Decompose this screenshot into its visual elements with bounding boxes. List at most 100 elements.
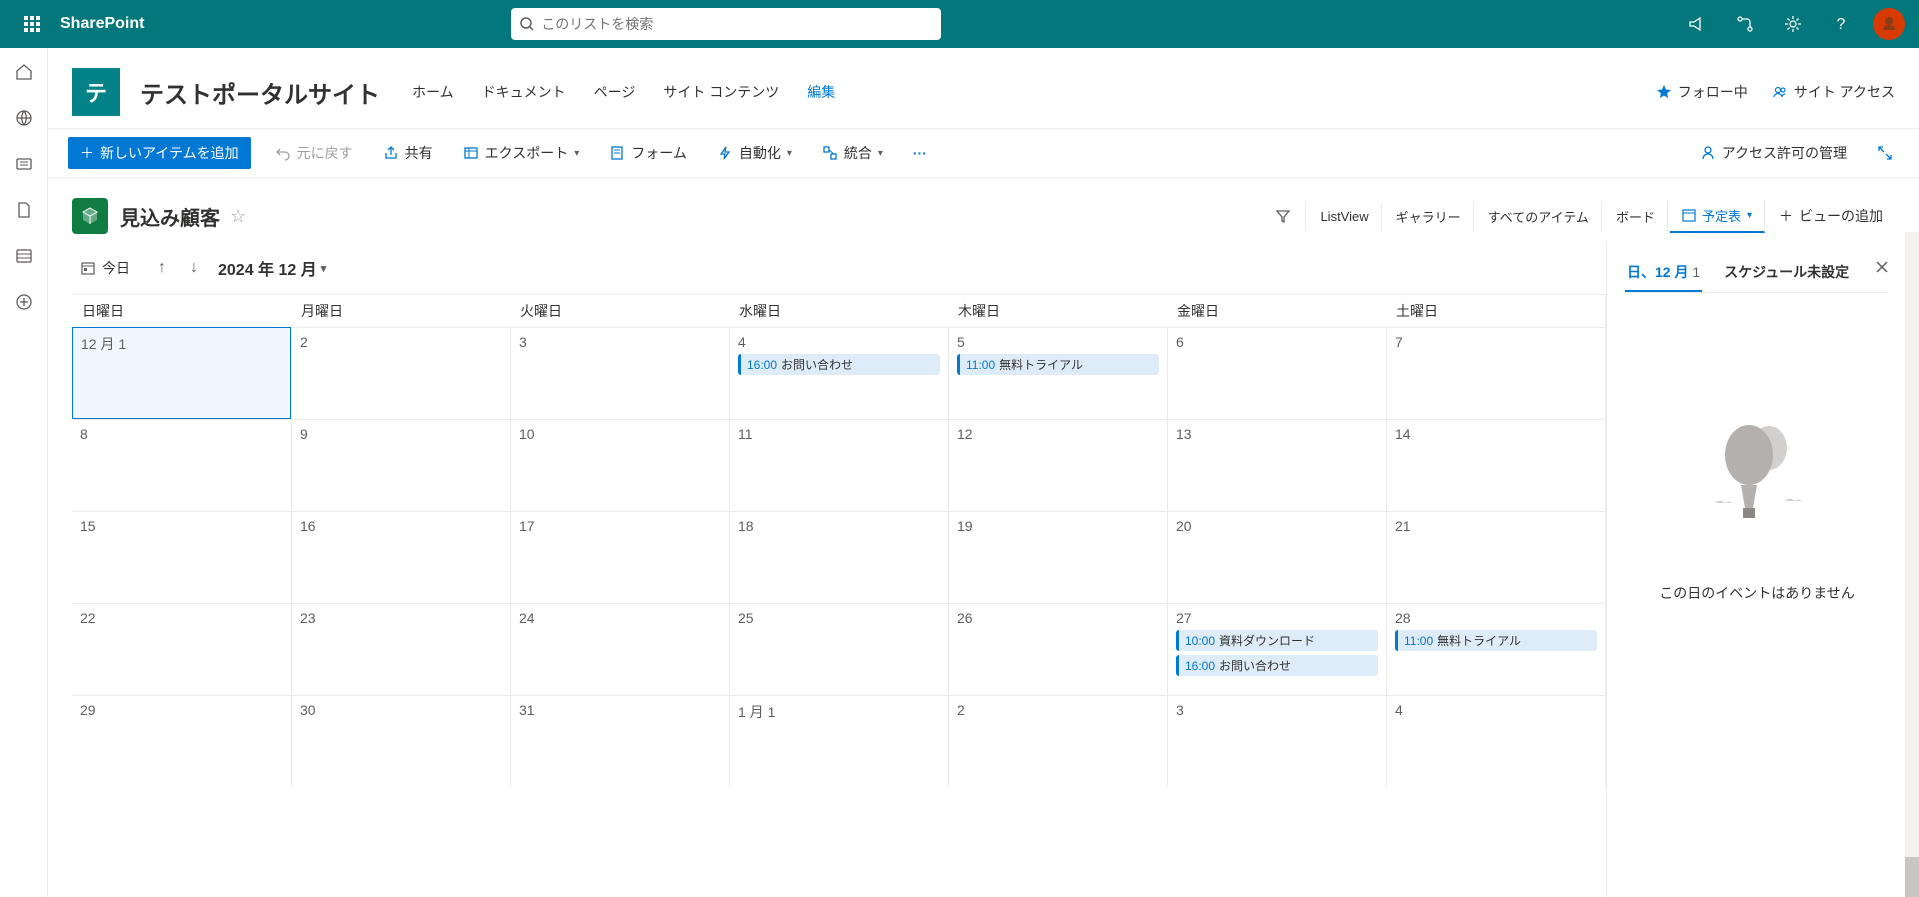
- nav-contents[interactable]: サイト コンテンツ: [663, 82, 779, 102]
- automate-button[interactable]: 自動化 ▾: [711, 139, 798, 167]
- calendar-cell[interactable]: 4: [1386, 695, 1605, 787]
- cube-icon: [79, 205, 101, 227]
- calendar-cell[interactable]: 24: [510, 603, 729, 695]
- event-chip[interactable]: 11:00無料トライアル: [957, 354, 1159, 375]
- event-chip[interactable]: 10:00資料ダウンロード: [1176, 630, 1378, 651]
- rail-lists-button[interactable]: [12, 244, 36, 268]
- help-button[interactable]: ?: [1819, 0, 1863, 48]
- flow-button[interactable]: [1723, 0, 1767, 48]
- calendar-cell[interactable]: 6: [1167, 327, 1386, 419]
- calendar-cell[interactable]: 25: [729, 603, 948, 695]
- rail-news-button[interactable]: [12, 152, 36, 176]
- settings-button[interactable]: [1771, 0, 1815, 48]
- new-item-button[interactable]: ＋ 新しいアイテムを追加: [68, 137, 251, 169]
- calendar-cell[interactable]: 2710:00資料ダウンロード16:00お問い合わせ: [1167, 603, 1386, 695]
- calendar-cell[interactable]: 2: [291, 327, 510, 419]
- calendar-cell[interactable]: 12: [948, 419, 1167, 511]
- calendar-cell[interactable]: 14: [1386, 419, 1605, 511]
- calendar-cell[interactable]: 26: [948, 603, 1167, 695]
- event-chip[interactable]: 16:00お問い合わせ: [738, 354, 940, 375]
- undo-button[interactable]: 元に戻す: [269, 139, 359, 167]
- rail-create-button[interactable]: [12, 290, 36, 314]
- calendar-cell[interactable]: 416:00お問い合わせ: [729, 327, 948, 419]
- today-button[interactable]: 今日: [72, 254, 138, 282]
- calendar-cell[interactable]: 2: [948, 695, 1167, 787]
- view-listview[interactable]: ListView: [1308, 203, 1381, 230]
- panel-tab-date[interactable]: 日、12 月 1: [1625, 254, 1702, 292]
- site-access-button[interactable]: サイト アクセス: [1772, 82, 1895, 102]
- calendar-cell[interactable]: 21: [1386, 511, 1605, 603]
- calendar-cell[interactable]: 31: [510, 695, 729, 787]
- event-chip[interactable]: 11:00無料トライアル: [1395, 630, 1597, 651]
- panel-tab-unscheduled[interactable]: スケジュール未設定: [1722, 254, 1851, 292]
- event-title: お問い合わせ: [1219, 659, 1291, 673]
- rail-global-button[interactable]: [12, 106, 36, 130]
- integrate-button[interactable]: 統合 ▾: [816, 139, 889, 167]
- add-view-button[interactable]: ＋ ビューの追加: [1767, 200, 1895, 232]
- event-chip[interactable]: 16:00お問い合わせ: [1176, 655, 1378, 676]
- next-month-button[interactable]: ↓: [186, 255, 202, 281]
- search-box[interactable]: [511, 8, 941, 40]
- app-launcher-button[interactable]: [8, 0, 56, 48]
- megaphone-button[interactable]: [1675, 0, 1719, 48]
- calendar-cell[interactable]: 20: [1167, 511, 1386, 603]
- calendar-cell[interactable]: 2811:00無料トライアル: [1386, 603, 1605, 695]
- favorite-star-button[interactable]: ☆: [230, 206, 246, 227]
- scroll-thumb[interactable]: [1905, 857, 1919, 897]
- search-input[interactable]: [541, 16, 933, 32]
- rail-files-button[interactable]: [12, 198, 36, 222]
- close-panel-button[interactable]: [1875, 260, 1889, 274]
- site-logo[interactable]: テ: [72, 68, 120, 116]
- calendar-cell[interactable]: 9: [291, 419, 510, 511]
- site-title[interactable]: テストポータルサイト: [140, 75, 380, 110]
- more-button[interactable]: ···: [907, 141, 933, 165]
- form-button[interactable]: フォーム: [603, 139, 693, 167]
- calendar-cell[interactable]: 8: [72, 419, 291, 511]
- day-number: 12 月 1: [81, 334, 282, 354]
- calendar-cell[interactable]: 29: [72, 695, 291, 787]
- main-area: テ テストポータルサイト ホーム ドキュメント ページ サイト コンテンツ 編集…: [48, 48, 1919, 897]
- filter-button[interactable]: [1261, 202, 1306, 230]
- calendar-cell[interactable]: 13: [1167, 419, 1386, 511]
- calendar-cell[interactable]: 12 月 1: [72, 327, 291, 419]
- nav-documents[interactable]: ドキュメント: [482, 82, 566, 102]
- follow-button[interactable]: フォロー中: [1656, 82, 1748, 102]
- calendar-toolbar: 今日 ↑ ↓ 2024 年 12 月 ▾: [72, 242, 1606, 294]
- nav-edit[interactable]: 編集: [807, 82, 835, 102]
- calendar-cell[interactable]: 10: [510, 419, 729, 511]
- nav-home[interactable]: ホーム: [412, 82, 454, 102]
- view-allitems[interactable]: すべてのアイテム: [1476, 201, 1602, 232]
- expand-button[interactable]: [1871, 141, 1899, 165]
- calendar-cell[interactable]: 3: [1167, 695, 1386, 787]
- rail-home-button[interactable]: [12, 60, 36, 84]
- calendar-cell[interactable]: 511:00無料トライアル: [948, 327, 1167, 419]
- user-avatar[interactable]: [1873, 8, 1905, 40]
- view-gallery[interactable]: ギャラリー: [1384, 201, 1474, 232]
- calendar-cell[interactable]: 16: [291, 511, 510, 603]
- view-board[interactable]: ボード: [1604, 201, 1668, 232]
- calendar-cell[interactable]: 18: [729, 511, 948, 603]
- suite-right: ?: [1675, 0, 1911, 48]
- calendar-cell[interactable]: 30: [291, 695, 510, 787]
- export-button[interactable]: エクスポート ▾: [457, 139, 586, 167]
- calendar-cell[interactable]: 7: [1386, 327, 1605, 419]
- person-icon: [1700, 145, 1716, 161]
- permissions-button[interactable]: アクセス許可の管理: [1694, 139, 1853, 167]
- calendar-cell[interactable]: 15: [72, 511, 291, 603]
- calendar-cell[interactable]: 22: [72, 603, 291, 695]
- share-button[interactable]: 共有: [377, 139, 439, 167]
- day-number: 17: [519, 518, 721, 534]
- prev-month-button[interactable]: ↑: [154, 255, 170, 281]
- nav-pages[interactable]: ページ: [594, 82, 636, 102]
- scrollbar[interactable]: [1905, 232, 1919, 897]
- calendar-cell[interactable]: 11: [729, 419, 948, 511]
- calendar-cell[interactable]: 17: [510, 511, 729, 603]
- search-icon: [519, 16, 535, 32]
- calendar-cell[interactable]: 3: [510, 327, 729, 419]
- calendar-cell[interactable]: 19: [948, 511, 1167, 603]
- suite-brand-label[interactable]: SharePoint: [60, 15, 144, 33]
- month-picker[interactable]: 2024 年 12 月 ▾: [218, 256, 326, 280]
- calendar-cell[interactable]: 23: [291, 603, 510, 695]
- calendar-cell[interactable]: 1 月 1: [729, 695, 948, 787]
- view-calendar[interactable]: 予定表 ▾: [1670, 200, 1765, 233]
